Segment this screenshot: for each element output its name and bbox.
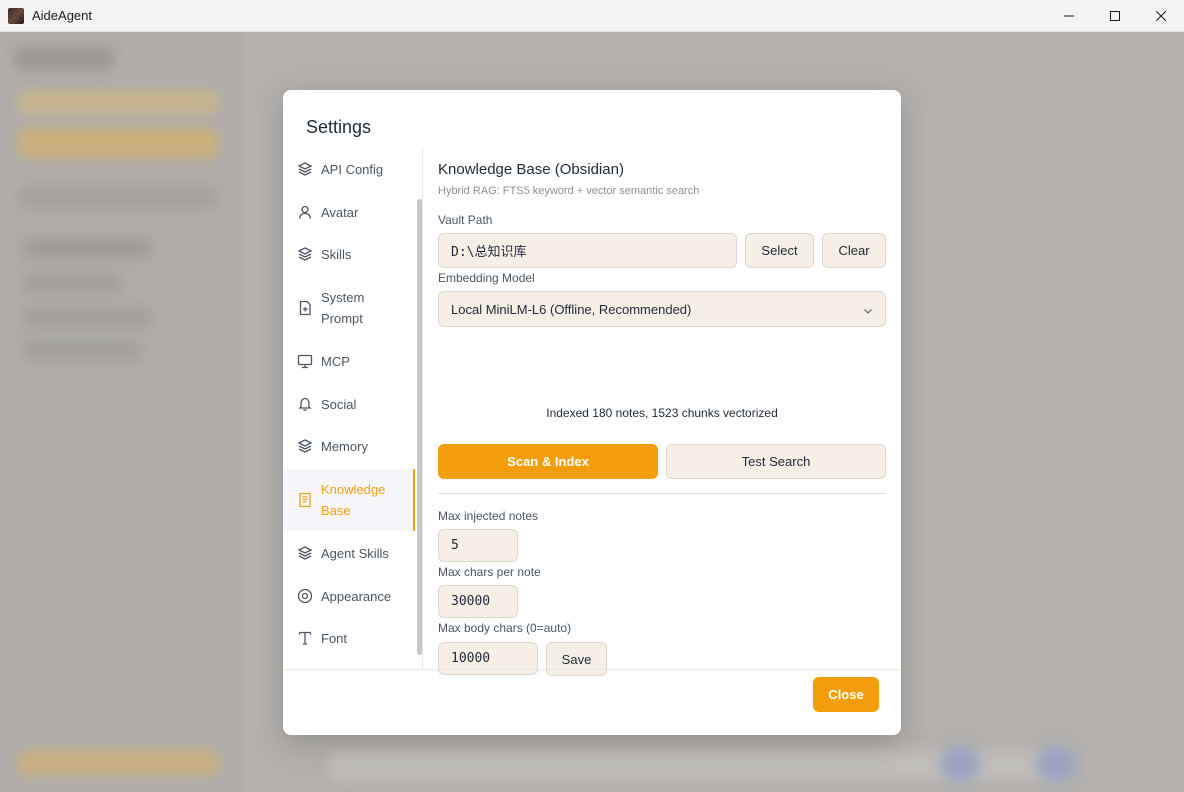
embedding-model-select[interactable]: Local MiniLM-L6 (Offline, Recommended) (438, 291, 886, 327)
index-status: Indexed 180 notes, 1523 chunks vectorize… (546, 406, 778, 420)
max-body-value: 10000 (451, 651, 491, 666)
section-subtitle: Hybrid RAG: FTS5 keyword + vector semant… (438, 185, 700, 197)
bell-icon (297, 396, 313, 412)
settings-dialog: Settings API Config Avatar Skills System… (283, 90, 901, 735)
nav-label: Knowledge Base (321, 482, 386, 518)
maximize-button[interactable] (1092, 0, 1138, 32)
nav-item-agent-skills[interactable]: Agent Skills (283, 532, 415, 574)
max-chars-value: 30000 (451, 594, 491, 609)
nav-label: System Prompt (321, 290, 365, 326)
bg-blob (18, 90, 218, 114)
nav-item-knowledge-base[interactable]: Knowledge Base (283, 469, 415, 531)
nav-item-mcp[interactable]: MCP (283, 340, 415, 382)
layers-icon (297, 246, 313, 262)
bg-blob (22, 237, 152, 259)
nav-label: Font (321, 630, 348, 646)
window-controls (1046, 0, 1184, 32)
embedding-model-value: Local MiniLM-L6 (Offline, Recommended) (451, 301, 692, 317)
background-sidebar (0, 32, 244, 792)
nav-item-memory[interactable]: Memory (283, 425, 415, 467)
minimize-icon (1064, 15, 1074, 17)
close-button[interactable]: Close (813, 677, 879, 712)
monitor-icon (297, 353, 313, 369)
nav-label: MCP (321, 353, 350, 369)
bg-blob (940, 746, 980, 782)
nav-label: Memory (321, 438, 368, 454)
nav-item-skills[interactable]: Skills (283, 233, 415, 275)
bg-blob (22, 340, 142, 362)
max-body-label: Max body chars (0=auto) (438, 621, 572, 635)
clear-button[interactable]: Clear (822, 233, 886, 268)
nav-label: Appearance (321, 588, 392, 604)
vault-path-label: Vault Path (438, 213, 493, 227)
maximize-icon (1110, 11, 1120, 21)
type-icon (297, 630, 313, 646)
user-icon (297, 204, 313, 220)
select-button[interactable]: Select (745, 233, 814, 268)
nav-item-api-config[interactable]: API Config (283, 148, 415, 190)
file-plus-icon (297, 300, 313, 316)
divider (438, 493, 886, 494)
max-notes-input[interactable]: 5 (438, 529, 518, 562)
bg-blob (14, 46, 114, 70)
close-window-button[interactable] (1138, 0, 1184, 32)
scan-index-button[interactable]: Scan & Index (438, 444, 658, 479)
title-bar: AideAgent (0, 0, 1184, 32)
window-title: AideAgent (32, 8, 92, 23)
bg-blob (22, 307, 152, 329)
nav-item-social[interactable]: Social (283, 383, 415, 425)
nav-item-font[interactable]: Font (283, 617, 415, 659)
app-icon (8, 7, 24, 24)
max-notes-value: 5 (451, 538, 459, 553)
nav-label: Social (321, 396, 357, 412)
nav-label: Skills (321, 246, 352, 262)
bg-blob (22, 272, 122, 294)
layers-icon (297, 438, 313, 454)
close-icon (1156, 11, 1166, 21)
max-notes-label: Max injected notes (438, 509, 539, 523)
nav-item-system-prompt[interactable]: System Prompt (283, 277, 415, 339)
max-body-input[interactable]: 10000 (438, 642, 538, 675)
nav-item-appearance[interactable]: Appearance (283, 575, 415, 617)
section-title: Knowledge Base (Obsidian) (438, 161, 624, 178)
vault-path-input[interactable]: D:\总知识库 (438, 233, 737, 268)
max-chars-label: Max chars per note (438, 565, 541, 579)
gear-icon (297, 588, 313, 604)
embedding-model-label: Embedding Model (438, 271, 535, 285)
layers-icon (297, 161, 313, 177)
nav-label: Agent Skills (321, 545, 389, 561)
dialog-title: Settings (306, 117, 372, 137)
bg-blob (18, 128, 218, 158)
bg-blob (18, 750, 218, 776)
footer-divider (283, 669, 901, 670)
nav-label: API Config (321, 161, 384, 177)
chevron-down-icon (863, 304, 873, 319)
minimize-button[interactable] (1046, 0, 1092, 32)
settings-nav: API Config Avatar Skills System Prompt M… (283, 148, 423, 669)
vault-path-value: D:\总知识库 (451, 245, 527, 260)
save-button[interactable]: Save (546, 642, 607, 676)
notebook-icon (297, 492, 313, 508)
nav-label: Avatar (321, 204, 359, 220)
nav-item-avatar[interactable]: Avatar (283, 191, 415, 233)
bg-blob (18, 186, 218, 210)
test-search-button[interactable]: Test Search (666, 444, 886, 479)
bg-blob (1036, 746, 1076, 782)
layers-icon (297, 545, 313, 561)
nav-scrollbar[interactable] (417, 199, 422, 655)
max-chars-input[interactable]: 30000 (438, 585, 518, 618)
